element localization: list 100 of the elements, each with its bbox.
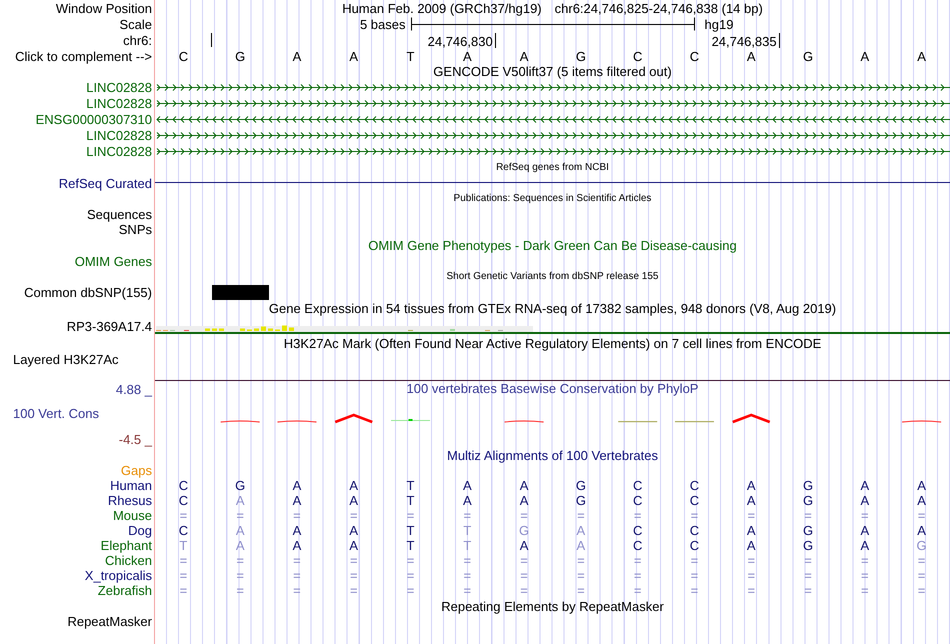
track-label: RepeatMasker (67, 614, 152, 629)
axis-max-label: 4.88 _ (116, 382, 152, 398)
alignment-cell: A (860, 493, 870, 508)
alignment-cell: = (918, 508, 926, 523)
alignment-cell: = (747, 568, 756, 583)
conservation-line (504, 420, 544, 422)
track-label: 100 Vert. Cons (13, 406, 99, 422)
alignment-cell: G (576, 493, 586, 508)
expression-bar (212, 328, 217, 331)
track-label: Common dbSNP(155) (24, 285, 152, 300)
alignment-cell: = (861, 568, 869, 583)
alignment-cell: = (293, 553, 301, 568)
alignment-cell: A (860, 478, 870, 493)
alignment-cell: A (520, 538, 528, 553)
expression-bar (268, 328, 273, 331)
conservation-line (276, 420, 317, 422)
alignment-cell: C (632, 493, 642, 508)
base-letter: C (690, 48, 700, 64)
species-label: Chicken (105, 553, 152, 568)
alignment-cell: = (464, 553, 472, 568)
alignment-cell: = (577, 553, 585, 568)
alignment-cell: T (463, 538, 472, 553)
alignment-cell: A (520, 493, 528, 508)
alignment-cell: C (178, 478, 188, 493)
alignment-cell: A (292, 493, 302, 508)
alignment-cell: = (236, 508, 244, 523)
position-range: chr6:24,746,825-24,746,838 (14 bp) (554, 0, 763, 16)
alignment-cell: = (747, 508, 756, 523)
alignment-cell: = (350, 568, 358, 583)
track-title: 100 vertebrates Basewise Conservation by PhyloP (406, 381, 698, 397)
alignment-cell: = (180, 583, 188, 598)
alignment-cell: = (577, 583, 585, 598)
alignment-cell: = (293, 568, 301, 583)
alignment-cell: A (349, 478, 358, 493)
track-label: Layered H3K27Ac (13, 352, 119, 367)
alignment-cell: = (861, 553, 869, 568)
alignment-cell: = (406, 568, 414, 583)
alignment-cell: T (406, 523, 414, 538)
gene-label: LINC02828 (86, 144, 152, 158)
gene-label: LINC02828 (86, 80, 152, 94)
alignment-cell: T (406, 493, 414, 508)
alignment-cell: = (690, 508, 698, 523)
conservation-line (674, 421, 714, 422)
row-label: Scale (119, 16, 152, 32)
species-label: Mouse (112, 508, 152, 523)
alignment-cell: = (350, 553, 358, 568)
base-letter: A (860, 48, 870, 64)
alignment-cell: G (916, 538, 927, 553)
alignment-cell: C (178, 523, 188, 538)
alignment-cell: A (292, 478, 302, 493)
alignment-cell: A (860, 523, 870, 538)
alignment-cell: A (576, 523, 586, 538)
base-letter: A (520, 48, 528, 64)
track-title: OMIM Gene Phenotypes - Dark Green Can Be Disease-causing (368, 238, 737, 253)
row-label: Window Position (56, 0, 152, 16)
alignment-cell: A (746, 538, 756, 553)
expression-bar (282, 326, 287, 331)
alignment-cell: A (349, 523, 358, 538)
alignment-cell: = (520, 583, 528, 598)
track-title: Publications: Sequences in Scientific Articles (454, 192, 652, 204)
alignment-cell: A (462, 493, 472, 508)
alignment-cell: = (804, 583, 812, 598)
assembly-name: Human Feb. 2009 (GRCh37/hg19) (342, 0, 542, 16)
track-title: H3K27Ac Mark (Often Found Near Active Regulatory Elements) on 7 cell lines from ENCODE (284, 336, 822, 350)
alignment-cell: A (917, 523, 926, 538)
track-title: RefSeq genes from NCBI (496, 162, 609, 174)
alignment-cell: = (236, 583, 244, 598)
gene-feature[interactable] (156, 84, 950, 91)
ruler-tick: 24,746,835 (712, 33, 780, 48)
gene-label: ENSG00000307310 (36, 112, 152, 126)
gene-feature[interactable] (156, 116, 950, 123)
ruler-tick-mark (210, 33, 212, 47)
alignment-cell: C (690, 493, 700, 508)
alignment-cell: G (802, 478, 814, 493)
alignment-cell: A (746, 523, 756, 538)
alignment-cell: = (180, 553, 188, 568)
conservation-line (391, 419, 430, 421)
alignment-cell: C (690, 478, 700, 493)
alignment-cell: = (918, 553, 926, 568)
gene-feature[interactable] (156, 132, 950, 139)
alignment-cell: = (861, 583, 869, 598)
alignment-cell: C (178, 493, 188, 508)
gene-label: LINC02828 (86, 128, 152, 142)
gene-feature[interactable] (156, 100, 950, 107)
track-label: OMIM Genes (74, 254, 152, 269)
alignment-cell: = (577, 508, 585, 523)
alignment-cell: = (350, 508, 358, 523)
expression-bar (219, 328, 224, 331)
complement-link[interactable]: Click to complement --> (15, 48, 152, 64)
alignment-cell: = (747, 583, 756, 598)
alignment-cell: G (802, 523, 814, 538)
gene-feature[interactable] (156, 148, 950, 155)
base-letter: G (802, 48, 814, 64)
alignment-cell: G (802, 493, 814, 508)
ruler-tick: 24,746,830 (428, 33, 496, 48)
expression-bar (261, 326, 266, 331)
alignment-cell: = (577, 568, 585, 583)
axis-min-label: -4.5 _ (118, 432, 152, 448)
expression-bar (289, 328, 294, 331)
alignment-cell: G (235, 478, 246, 493)
